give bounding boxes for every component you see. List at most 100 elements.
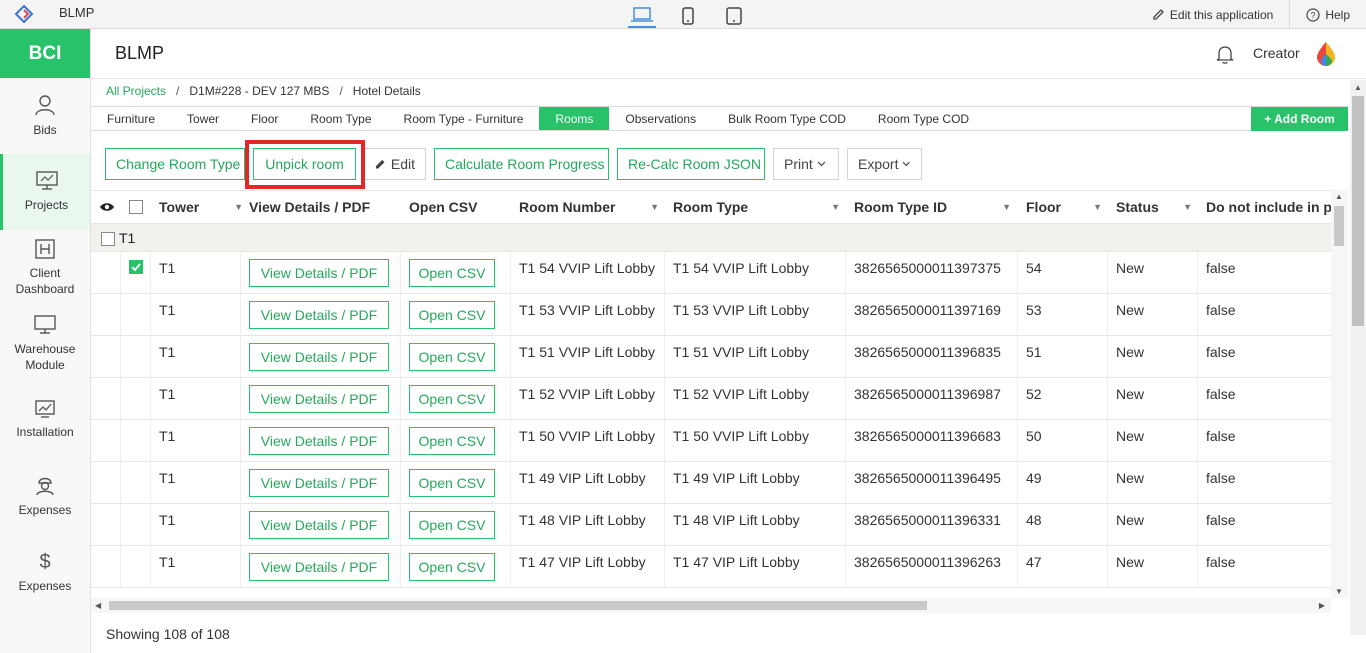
row-checkbox[interactable] xyxy=(121,294,151,336)
table-row[interactable]: T1 View Details / PDF Open CSV T1 49 VIP Li… xyxy=(91,462,1348,504)
cell-do-not-include-value: false xyxy=(1206,470,1236,486)
sidebar-item-bids[interactable]: Bids xyxy=(0,78,90,154)
add-room-button[interactable]: + Add Room xyxy=(1251,107,1348,131)
tab-room-type-furniture[interactable]: Room Type - Furniture xyxy=(388,107,540,130)
visibility-icon[interactable] xyxy=(99,191,115,223)
row-checkbox[interactable] xyxy=(121,252,151,294)
open-csv-button[interactable]: Open CSV xyxy=(409,511,495,539)
open-csv-button[interactable]: Open CSV xyxy=(409,553,495,581)
sidebar-item-expenses[interactable]: Expenses xyxy=(0,458,90,534)
view-details-pdf-button[interactable]: View Details / PDF xyxy=(249,427,389,455)
print-dropdown[interactable]: Print xyxy=(773,148,839,180)
view-details-pdf-button[interactable]: View Details / PDF xyxy=(249,259,389,287)
sidebar-item-client-dashboard[interactable]: Client Dashboard xyxy=(0,230,90,306)
scroll-right-icon[interactable]: ▶ xyxy=(1319,601,1325,610)
row-checkbox[interactable] xyxy=(121,462,151,504)
grid-vertical-scrollbar[interactable]: ▲ ▼ xyxy=(1331,190,1348,598)
edit-button[interactable]: Edit xyxy=(364,148,426,180)
export-dropdown[interactable]: Export xyxy=(847,148,922,180)
row-checkbox[interactable] xyxy=(121,378,151,420)
tab-furniture[interactable]: Furniture xyxy=(91,107,171,130)
view-details-pdf-button[interactable]: View Details / PDF xyxy=(249,469,389,497)
open-csv-button[interactable]: Open CSV xyxy=(409,469,495,497)
scroll-up-icon[interactable]: ▲ xyxy=(1354,83,1362,92)
view-details-pdf-button[interactable]: View Details / PDF xyxy=(249,553,389,581)
col-header-tower[interactable]: Tower ▼ xyxy=(159,191,243,223)
table-row[interactable]: T1 View Details / PDF Open CSV T1 52 VVIP L… xyxy=(91,378,1348,420)
avatar-drop-icon[interactable] xyxy=(1315,41,1337,67)
col-header-room-number[interactable]: Room Number ▼ xyxy=(519,191,659,223)
table-row[interactable]: T1 View Details / PDF Open CSV T1 48 VIP Li… xyxy=(91,504,1348,546)
mobile-view-icon[interactable] xyxy=(674,4,702,28)
sort-caret-icon[interactable]: ▼ xyxy=(650,202,659,212)
sort-caret-icon[interactable]: ▼ xyxy=(1183,202,1192,212)
breadcrumb-all-projects[interactable]: All Projects xyxy=(106,84,166,98)
sidebar-item-installation[interactable]: Installation xyxy=(0,382,90,458)
col-header-status[interactable]: Status ▼ xyxy=(1116,191,1192,223)
row-checkbox[interactable] xyxy=(121,546,151,588)
view-details-pdf-button[interactable]: View Details / PDF xyxy=(249,385,389,413)
table-row[interactable]: T1 View Details / PDF Open CSV T1 51 VVIP L… xyxy=(91,336,1348,378)
table-row[interactable]: T1 View Details / PDF Open CSV T1 53 VVIP L… xyxy=(91,294,1348,336)
breadcrumb-project[interactable]: D1M#228 - DEV 127 MBS xyxy=(189,84,329,98)
tab-rooms[interactable]: Rooms xyxy=(539,107,610,130)
recalc-room-json-button[interactable]: Re-Calc Room JSON xyxy=(617,148,765,180)
open-csv-button[interactable]: Open CSV xyxy=(409,259,495,287)
scroll-up-icon[interactable]: ▲ xyxy=(1335,192,1343,201)
scroll-thumb[interactable] xyxy=(1352,96,1364,326)
col-header-room-type[interactable]: Room Type ▼ xyxy=(673,191,840,223)
open-csv-button[interactable]: Open CSV xyxy=(409,301,495,329)
cell-tower: T1 xyxy=(151,252,241,294)
tab-room-type[interactable]: Room Type xyxy=(294,107,387,130)
table-row[interactable]: T1 View Details / PDF Open CSV T1 47 VIP Li… xyxy=(91,546,1348,588)
calculate-room-progress-button[interactable]: Calculate Room Progress xyxy=(434,148,609,180)
desktop-view-icon[interactable] xyxy=(628,4,656,28)
cell-status: New xyxy=(1108,336,1198,378)
grid-horizontal-scrollbar[interactable]: ◀ ▶ xyxy=(91,598,1331,613)
sidebar-item-warehouse-module[interactable]: Warehouse Module xyxy=(0,306,90,382)
checkbox-checked-icon[interactable] xyxy=(129,260,143,274)
col-header-room-type-id[interactable]: Room Type ID ▼ xyxy=(854,191,1011,223)
app-logo-icon[interactable] xyxy=(14,4,34,24)
tablet-view-icon[interactable] xyxy=(720,4,748,28)
sort-caret-icon[interactable]: ▼ xyxy=(234,202,243,212)
sidebar-item-expenses-2[interactable]: $ Expenses xyxy=(0,534,90,610)
open-csv-button[interactable]: Open CSV xyxy=(409,427,495,455)
view-details-pdf-button[interactable]: View Details / PDF xyxy=(249,343,389,371)
scroll-left-icon[interactable]: ◀ xyxy=(95,601,101,610)
col-header-do-not-include[interactable]: Do not include in pe xyxy=(1206,191,1340,223)
view-details-pdf-button[interactable]: View Details / PDF xyxy=(249,301,389,329)
open-csv-button[interactable]: Open CSV xyxy=(409,385,495,413)
row-checkbox[interactable] xyxy=(121,420,151,462)
sort-caret-icon[interactable]: ▼ xyxy=(1002,202,1011,212)
sort-caret-icon[interactable]: ▼ xyxy=(831,202,840,212)
tab-floor[interactable]: Floor xyxy=(235,107,294,130)
sidebar-item-projects[interactable]: Projects xyxy=(0,154,90,230)
tab-tower[interactable]: Tower xyxy=(171,107,235,130)
bell-icon[interactable] xyxy=(1216,45,1234,64)
edit-application-link[interactable]: Edit this application xyxy=(1136,0,1289,29)
row-checkbox[interactable] xyxy=(121,336,151,378)
user-name[interactable]: Creator xyxy=(1253,45,1300,61)
cell-floor-value: 53 xyxy=(1026,302,1042,318)
table-row[interactable]: T1 View Details / PDF Open CSV T1 54 VVIP L… xyxy=(91,252,1348,294)
scroll-thumb[interactable] xyxy=(1334,206,1344,246)
group-row-t1[interactable]: T1 xyxy=(91,224,1348,252)
table-row[interactable]: T1 View Details / PDF Open CSV T1 50 VVIP L… xyxy=(91,420,1348,462)
help-link[interactable]: ? Help xyxy=(1289,0,1366,29)
col-header-floor[interactable]: Floor ▼ xyxy=(1026,191,1102,223)
tab-room-type-cod[interactable]: Room Type COD xyxy=(862,107,985,130)
page-vertical-scrollbar[interactable]: ▲ xyxy=(1350,80,1366,635)
sort-caret-icon[interactable]: ▼ xyxy=(1093,202,1102,212)
brand-logo[interactable]: BCI xyxy=(0,29,90,78)
select-all-checkbox[interactable] xyxy=(129,191,143,223)
change-room-type-button[interactable]: Change Room Type xyxy=(105,148,245,180)
open-csv-button[interactable]: Open CSV xyxy=(409,343,495,371)
tab-observations[interactable]: Observations xyxy=(609,107,712,130)
scroll-thumb[interactable] xyxy=(109,601,927,610)
group-checkbox[interactable] xyxy=(101,232,115,246)
row-checkbox[interactable] xyxy=(121,504,151,546)
view-details-pdf-button[interactable]: View Details / PDF xyxy=(249,511,389,539)
tab-bulk-room-type-cod[interactable]: Bulk Room Type COD xyxy=(712,107,862,130)
scroll-down-icon[interactable]: ▼ xyxy=(1335,587,1343,596)
